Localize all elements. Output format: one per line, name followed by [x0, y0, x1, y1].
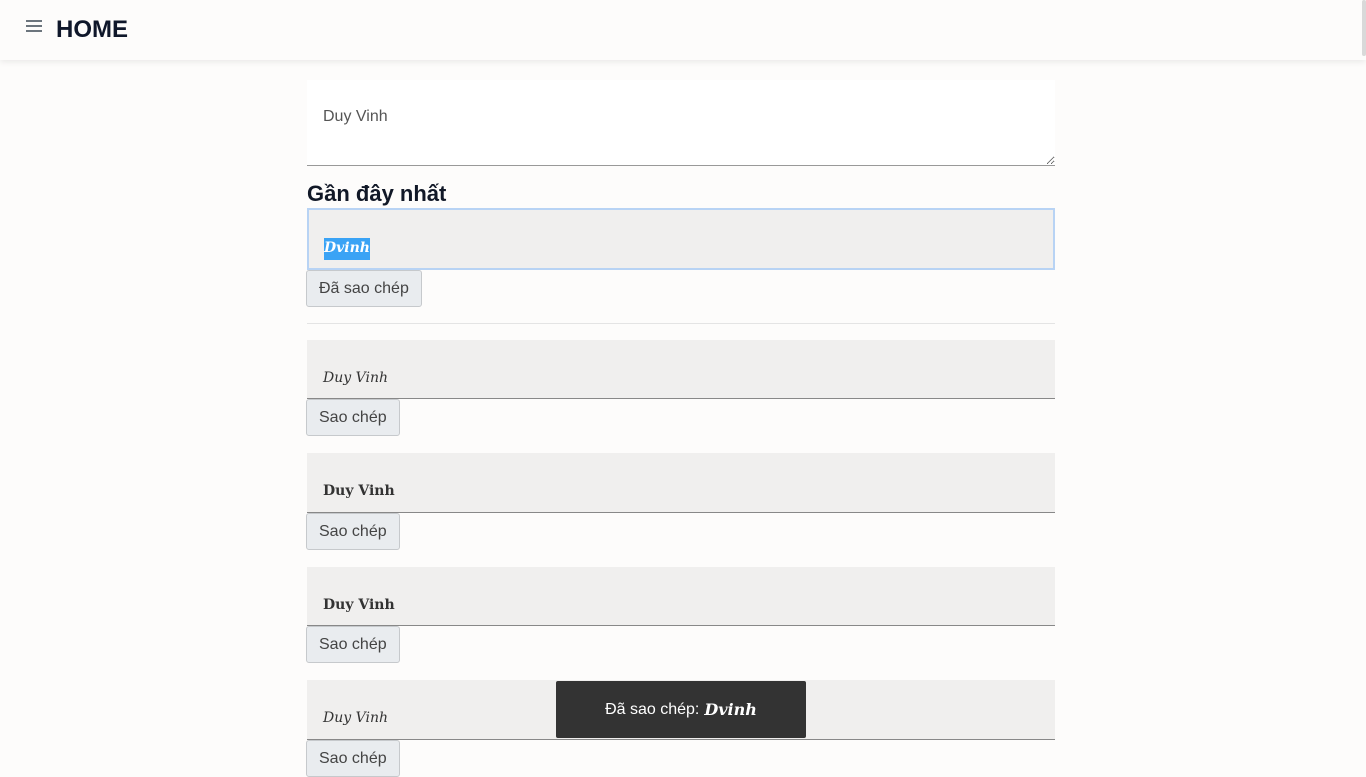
toast-value: Dvinh: [704, 700, 757, 719]
hamburger-menu-icon[interactable]: [26, 19, 42, 33]
toast-label: Đã sao chép:: [605, 700, 700, 718]
recent-section-title: Gần đây nhất: [307, 181, 447, 206]
scrollbar-thumb[interactable]: [1362, 0, 1366, 56]
result-item[interactable]: Duy Vinh: [307, 453, 1055, 513]
result-text[interactable]: Duy Vinh: [323, 597, 395, 613]
copy-button[interactable]: Sao chép: [306, 399, 400, 436]
copy-button[interactable]: Sao chép: [306, 626, 400, 663]
copied-toast: Đã sao chép: Dvinh: [556, 681, 806, 738]
result-text[interactable]: Duy Vinh: [323, 483, 395, 499]
divider: [307, 323, 1055, 324]
name-input[interactable]: Duy Vinh: [307, 80, 1055, 166]
result-item-selected[interactable]: Dvinh: [307, 208, 1055, 270]
result-item[interactable]: Duy Vinh: [307, 567, 1055, 626]
copy-button[interactable]: Sao chép: [306, 513, 400, 550]
result-text[interactable]: Duy Vinh: [323, 710, 388, 726]
result-text[interactable]: Duy Vinh: [323, 370, 388, 386]
top-navbar: HOME: [0, 0, 1366, 60]
result-item[interactable]: Duy Vinh: [307, 340, 1055, 399]
home-link[interactable]: HOME: [56, 16, 128, 44]
copy-button[interactable]: Sao chép: [306, 740, 400, 777]
result-text[interactable]: Dvinh: [324, 238, 370, 260]
copied-button[interactable]: Đã sao chép: [306, 270, 422, 307]
